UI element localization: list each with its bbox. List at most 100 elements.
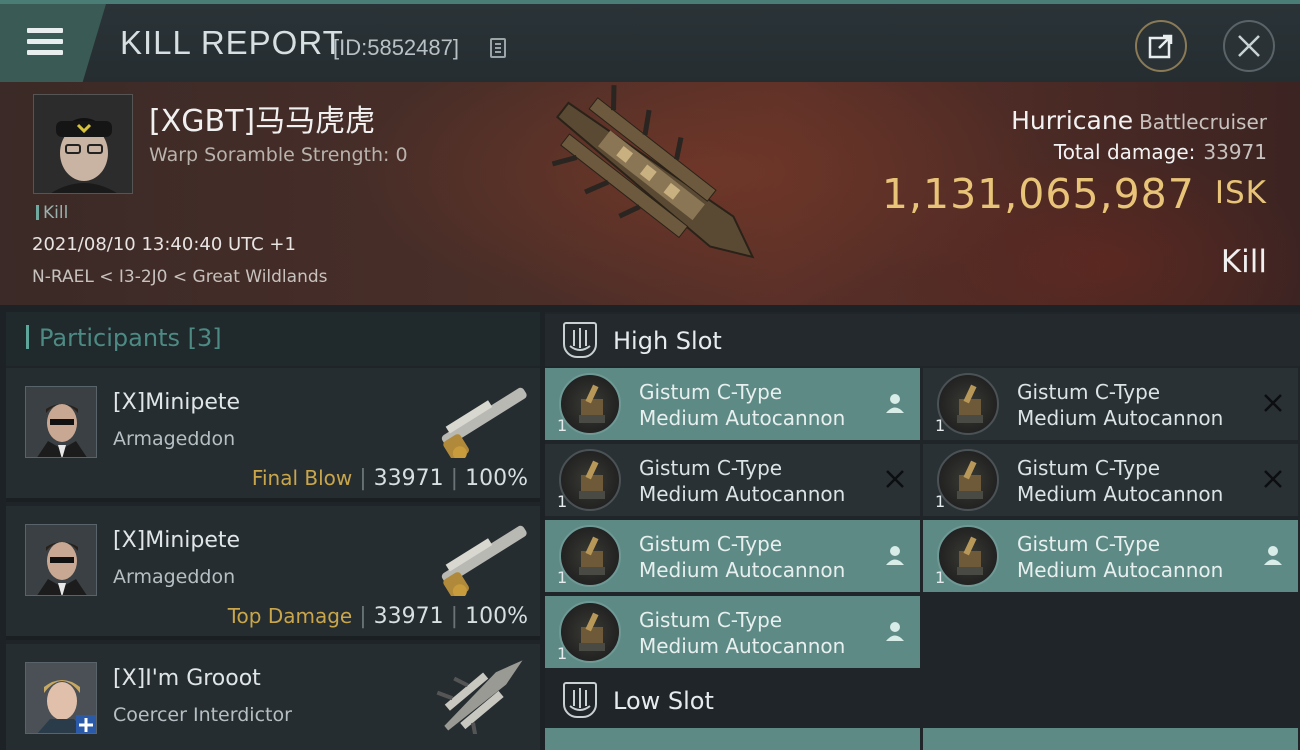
- share-button[interactable]: [1135, 20, 1187, 72]
- total-damage-label: Total damage:: [1053, 140, 1196, 164]
- autocannon-icon: [937, 373, 999, 435]
- avatar-image: [26, 663, 96, 733]
- module-quantity: 1: [557, 644, 568, 663]
- module-type: Medium Autocannon: [1017, 482, 1224, 506]
- participant-damage: 33971: [373, 466, 444, 491]
- module-type: Medium Autocannon: [639, 482, 846, 506]
- kill-location[interactable]: N-RAEL < I3-2J0 < Great Wildlands: [32, 267, 328, 287]
- participant-row[interactable]: [X]Minipete Armageddon Final Blow | 33971 |…: [6, 368, 540, 502]
- hamburger-icon[interactable]: [27, 28, 63, 56]
- total-damage: Total damage: 33971: [1054, 140, 1267, 164]
- victim-ship-image[interactable]: [525, 82, 785, 292]
- participants-title: Participants [3]: [26, 324, 222, 352]
- participant-role: Top Damage: [227, 604, 353, 628]
- destroyed-icon: [886, 470, 904, 488]
- low-slot-title: Low Slot: [613, 687, 714, 715]
- ship-class: Battlecruiser: [1139, 110, 1267, 134]
- participant-percent: 100%: [465, 604, 528, 629]
- participant-row[interactable]: [X]I'm Grooot Coercer Interdictor: [6, 644, 540, 750]
- close-icon: [1238, 35, 1260, 57]
- avatar-image: [26, 387, 96, 457]
- module-type: Medium Autocannon: [639, 558, 846, 582]
- dropped-icon: [1264, 546, 1282, 565]
- module-type: Medium Autocannon: [1017, 406, 1224, 430]
- module-slot-partial[interactable]: [545, 728, 920, 750]
- page-title: KILL REPORT: [120, 24, 344, 61]
- module-name: Gistum C-Type: [1017, 532, 1161, 556]
- isk-value: 1,131,065,987 ISK: [882, 170, 1267, 218]
- dropped-icon: [886, 394, 904, 413]
- autocannon-icon: [559, 373, 621, 435]
- weapon-icon: [441, 387, 527, 458]
- module-quantity: 1: [557, 416, 568, 435]
- victim-name[interactable]: [XGBT]马马虎虎: [149, 96, 375, 140]
- high-slot-icon: [563, 322, 597, 358]
- high-slot-header: High Slot: [545, 314, 1300, 366]
- participant-stats: Final Blow | 33971 | 100%: [251, 466, 528, 491]
- participant-row[interactable]: [X]Minipete Armageddon Top Damage | 33971 |…: [6, 506, 540, 640]
- module-name: Gistum C-Type: [639, 532, 783, 556]
- isk-unit: ISK: [1214, 175, 1267, 211]
- autocannon-icon: [559, 601, 621, 663]
- weapon-icon: [441, 525, 527, 596]
- participants-label: Participants: [39, 324, 180, 352]
- participant-percent: 100%: [465, 466, 528, 491]
- total-damage-value: 33971: [1203, 140, 1267, 164]
- fitting-panel: High Slot 1 Gistum C-Type Medium Autocan…: [545, 312, 1300, 750]
- destroyed-icon: [1264, 394, 1282, 412]
- module-type: Medium Autocannon: [1017, 558, 1224, 582]
- ship-type[interactable]: Hurricane Battlecruiser: [1011, 106, 1267, 135]
- module-slot-partial[interactable]: [923, 728, 1298, 750]
- module-slot[interactable]: 1 Gistum C-Type Medium Autocannon: [923, 368, 1298, 440]
- module-name: Gistum C-Type: [639, 456, 783, 480]
- high-slot-title: High Slot: [613, 327, 722, 355]
- participant-stats: Top Damage | 33971 | 100%: [227, 604, 528, 629]
- module-type: Medium Autocannon: [639, 406, 846, 430]
- module-slot[interactable]: 1 Gistum C-Type Medium Autocannon: [923, 520, 1298, 592]
- module-quantity: 1: [935, 416, 946, 435]
- autocannon-icon: [559, 525, 621, 587]
- participant-ship: Armageddon: [113, 566, 236, 588]
- pilot-avatar: [34, 95, 132, 193]
- participant-name: [X]Minipete: [113, 528, 241, 553]
- victim-subtitle: Warp Soramble Strength: 0: [149, 144, 408, 166]
- avatar[interactable]: [25, 524, 97, 596]
- module-quantity: 1: [557, 568, 568, 587]
- participant-name: [X]I'm Grooot: [113, 666, 261, 691]
- avatar[interactable]: [25, 662, 97, 734]
- kill-tag-label: Kill: [43, 203, 69, 223]
- victim-header: [XGBT]马马虎虎 Warp Soramble Strength: 0 Kil…: [0, 82, 1300, 305]
- participants-count: [3]: [187, 324, 222, 352]
- participant-ship: Armageddon: [113, 428, 236, 450]
- dropped-icon: [886, 622, 904, 641]
- participant-name: [X]Minipete: [113, 390, 241, 415]
- close-button[interactable]: [1223, 20, 1275, 72]
- avatar-image: [26, 525, 96, 595]
- isk-amount: 1,131,065,987: [881, 170, 1195, 218]
- module-slot[interactable]: 1 Gistum C-Type Medium Autocannon: [545, 444, 920, 516]
- module-quantity: 1: [935, 492, 946, 511]
- module-type: Medium Autocannon: [639, 634, 846, 658]
- participant-damage: 33971: [373, 604, 444, 629]
- participant-role: Final Blow: [251, 466, 353, 490]
- module-name: Gistum C-Type: [1017, 380, 1161, 404]
- module-name: Gistum C-Type: [1017, 456, 1161, 480]
- share-icon: [1148, 34, 1173, 59]
- report-id: [ID:5852487]: [333, 35, 459, 60]
- copy-icon[interactable]: [490, 38, 506, 58]
- module-quantity: 1: [935, 568, 946, 587]
- module-name: Gistum C-Type: [639, 608, 783, 632]
- destroyed-icon: [1264, 470, 1282, 488]
- module-slot[interactable]: 1 Gistum C-Type Medium Autocannon: [923, 444, 1298, 516]
- ship-name: Hurricane: [1011, 106, 1134, 135]
- module-slot[interactable]: 1 Gistum C-Type Medium Autocannon: [545, 368, 920, 440]
- module-slot[interactable]: 1 Gistum C-Type Medium Autocannon: [545, 520, 920, 592]
- autocannon-icon: [937, 525, 999, 587]
- module-name: Gistum C-Type: [639, 380, 783, 404]
- low-slot-icon: [563, 682, 597, 718]
- victim-portrait[interactable]: [33, 94, 133, 194]
- module-slot[interactable]: 1 Gistum C-Type Medium Autocannon: [545, 596, 920, 668]
- module-quantity: 1: [557, 492, 568, 511]
- kill-tag: Kill: [36, 203, 68, 223]
- avatar[interactable]: [25, 386, 97, 458]
